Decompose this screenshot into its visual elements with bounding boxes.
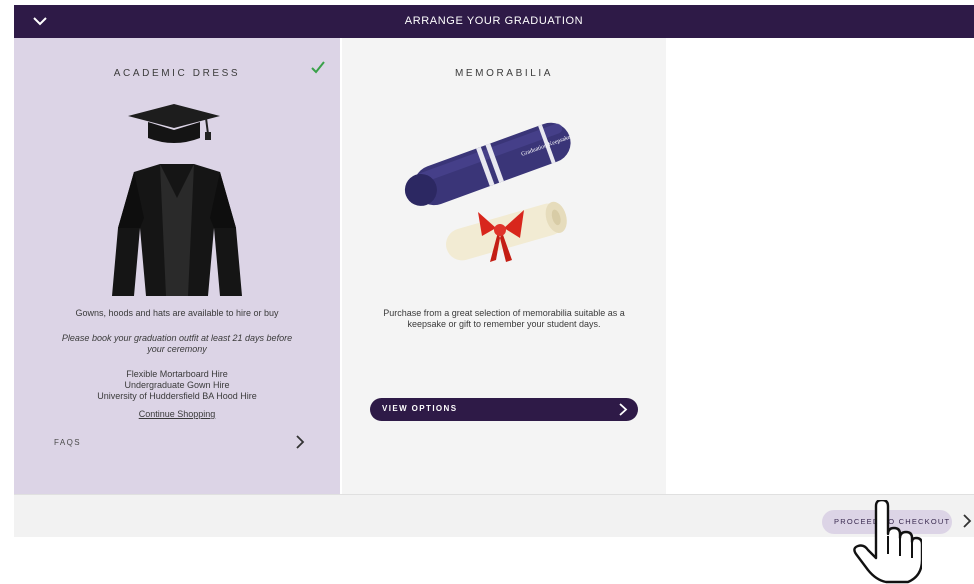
academic-dress-item: University of Huddersfield BA Hood Hire (97, 391, 257, 401)
academic-dress-title: ACADEMIC DRESS (113, 68, 241, 79)
memorabilia-description: Purchase from a great selection of memor… (383, 308, 625, 329)
page-title: ARRANGE YOUR GRADUATION (404, 15, 584, 27)
options-content: ACADEMIC DRESS Gowns, hoods and hats are… (14, 38, 974, 494)
continue-shopping-link[interactable]: Continue Shopping (34, 409, 320, 420)
empty-panel (668, 38, 974, 494)
chevron-right-icon[interactable] (961, 513, 973, 529)
faqs-label: FAQS (54, 438, 81, 447)
header-bar: ARRANGE YOUR GRADUATION (14, 5, 974, 38)
mortarboard-image (128, 104, 220, 143)
academic-dress-card[interactable]: ACADEMIC DRESS Gowns, hoods and hats are… (14, 38, 340, 494)
academic-dress-description: Gowns, hoods and hats are available to h… (75, 308, 279, 318)
footer-bar: PROCEED TO CHECKOUT (14, 494, 974, 537)
view-options-button[interactable]: VIEW OPTIONS (370, 398, 638, 421)
chevron-right-icon (619, 403, 628, 416)
memorabilia-title: MEMORABILIA (454, 68, 554, 79)
scroll-with-ribbon-image (446, 201, 567, 262)
graduation-gown-image (112, 164, 242, 296)
academic-dress-item: Undergraduate Gown Hire (124, 380, 230, 390)
booking-notice: Please book your graduation outfit at le… (61, 333, 293, 354)
hand-cursor-icon (853, 500, 922, 584)
checkmark-icon (311, 61, 325, 74)
view-options-label: VIEW OPTIONS (382, 404, 458, 413)
faqs-toggle[interactable]: FAQS (54, 432, 306, 454)
academic-dress-item: Flexible Mortarboard Hire (126, 369, 228, 379)
chevron-right-icon (296, 435, 305, 449)
memorabilia-card[interactable]: MEMORABILIA Graduation Keepsake Purchase… (342, 38, 666, 494)
